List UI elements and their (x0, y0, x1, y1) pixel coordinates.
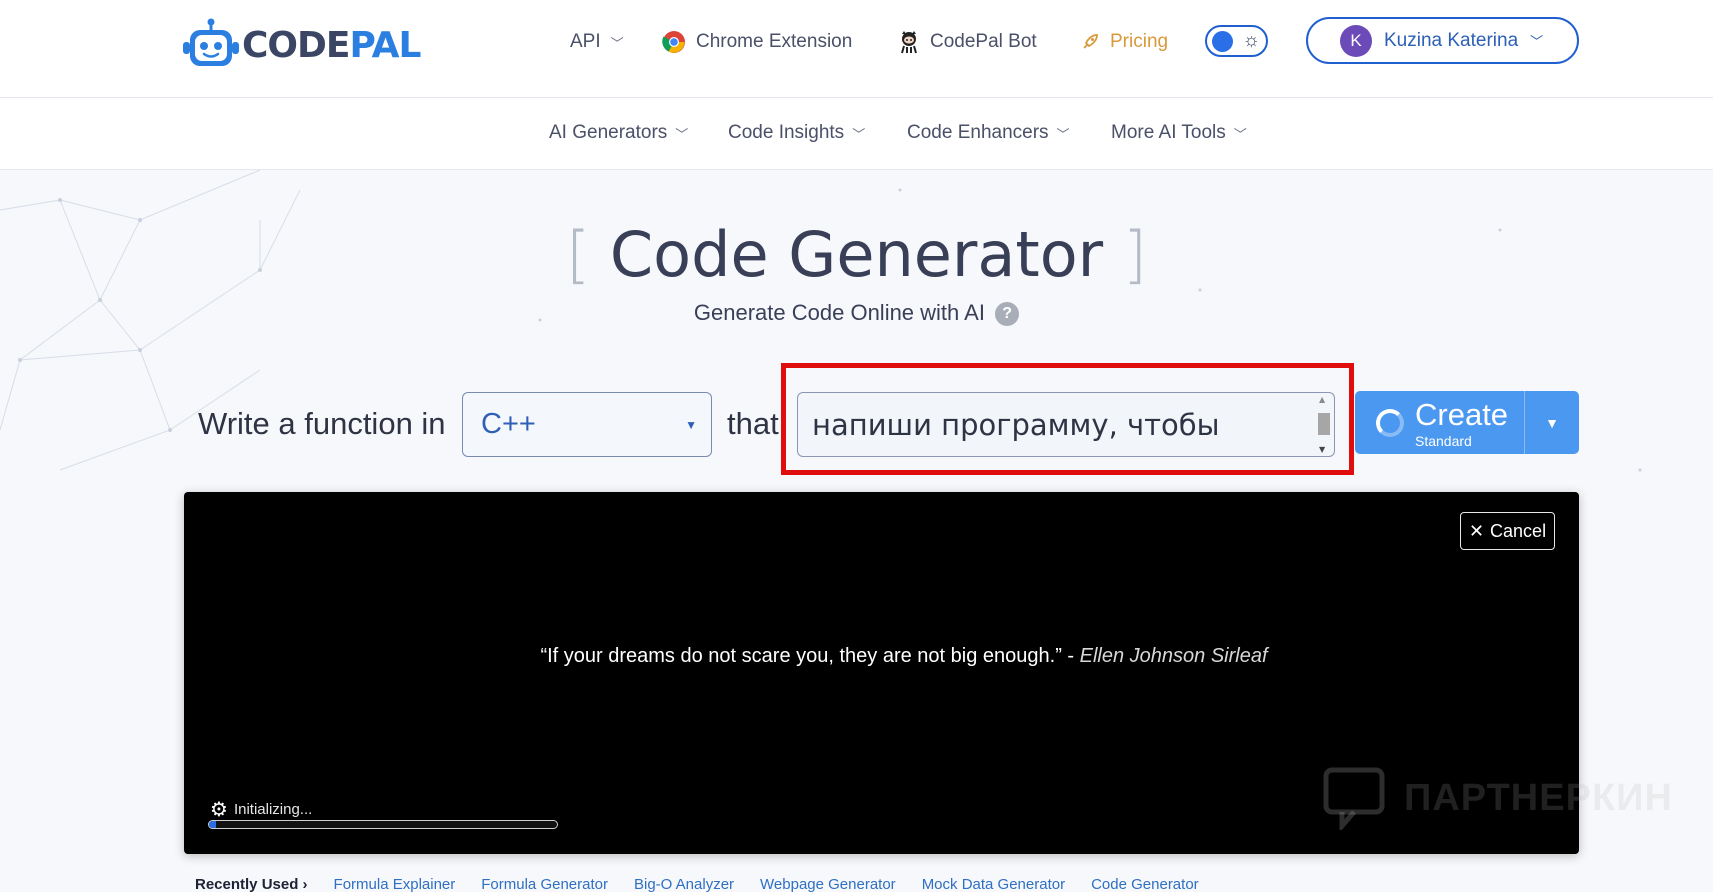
prompt-connector-label: that (727, 406, 779, 441)
close-icon: ✕ (1468, 520, 1485, 541)
github-octocat-icon (898, 30, 920, 54)
prompt-prefix-label: Write a function in (198, 406, 446, 441)
recently-used-label: Recently Used › (195, 876, 308, 892)
scroll-thumb[interactable] (1318, 413, 1330, 435)
nav-ai-generators[interactable]: AI Generators ﹀ (549, 122, 688, 144)
nav-more-ai-tools[interactable]: More AI Tools ﹀ (1111, 122, 1247, 144)
nav-api[interactable]: API ﹀ (570, 27, 624, 57)
create-button-group: Create Standard ▼ (1355, 391, 1579, 454)
recently-used-bar: Recently Used › Formula Explainer Formul… (195, 876, 1199, 892)
language-select[interactable]: C++ ▼ (462, 392, 712, 457)
progress-fill (209, 821, 216, 828)
create-mode-dropdown[interactable]: ▼ (1525, 391, 1579, 454)
cancel-button[interactable]: ✕ Cancel (1460, 512, 1555, 550)
create-button[interactable]: Create Standard (1355, 391, 1524, 454)
robot-logo-icon (183, 18, 239, 66)
recent-link[interactable]: Big-O Analyzer (634, 876, 734, 892)
recent-link[interactable]: Formula Explainer (334, 876, 456, 892)
nav-code-insights[interactable]: Code Insights ﹀ (728, 122, 865, 144)
logo-wordmark: CODEPAL (242, 24, 421, 66)
gear-icon: ⚙ (210, 799, 228, 821)
quote-author: Ellen Johnson Sirleaf (1079, 645, 1268, 667)
status-row: ⚙ Initializing... (210, 797, 312, 822)
nav-pricing[interactable]: Pricing (1080, 27, 1168, 57)
chevron-down-icon: ﹀ (1233, 126, 1247, 142)
top-bar: CODEPAL API ﹀ Chrome Extension CodePal B… (0, 0, 1713, 98)
nav-code-enhancers[interactable]: Code Enhancers ﹀ (907, 122, 1070, 144)
chevron-down-icon: ﹀ (1056, 126, 1070, 142)
nav-codepal-bot[interactable]: CodePal Bot (898, 27, 1037, 57)
recent-link[interactable]: Formula Generator (481, 876, 608, 892)
textarea-scrollbar[interactable]: ▲ ▼ (1314, 395, 1332, 454)
theme-toggle[interactable]: ☼ (1205, 25, 1268, 57)
watermark-logo-icon (1323, 767, 1385, 830)
recent-link[interactable]: Webpage Generator (760, 876, 896, 892)
prompt-textarea[interactable]: напиши программу, чтобы ▲ ▼ (797, 392, 1335, 457)
codepal-logo[interactable]: CODEPAL (182, 18, 421, 72)
page-title: [ Code Generator ] (565, 218, 1148, 291)
chevron-down-icon: ﹀ (852, 126, 866, 142)
watermark: ПАРТНЕРКИН (1322, 766, 1673, 830)
user-menu-button[interactable]: K Kuzina Katerina ﹀ (1306, 17, 1579, 64)
scroll-up-icon[interactable]: ▲ (1319, 395, 1325, 404)
scroll-down-icon[interactable]: ▼ (1319, 445, 1325, 454)
caret-down-icon: ▼ (685, 418, 697, 432)
quote-text: “If your dreams do not scare you, they a… (540, 645, 1268, 667)
sun-icon: ☼ (1242, 30, 1260, 51)
user-name: Kuzina Katerina (1384, 29, 1519, 51)
rocket-icon (1080, 32, 1100, 52)
chrome-icon (662, 30, 686, 54)
avatar: K (1340, 24, 1372, 57)
status-text: Initializing... (233, 801, 313, 818)
chevron-down-icon: ﹀ (1530, 34, 1544, 49)
category-nav: AI Generators ﹀ Code Insights ﹀ Code Enhan… (0, 98, 1713, 170)
recent-link[interactable]: Code Generator (1091, 876, 1199, 892)
page-subtitle: Generate Code Online with AI ? (0, 300, 1713, 327)
nav-chrome-extension[interactable]: Chrome Extension (662, 27, 852, 57)
toggle-knob (1212, 31, 1233, 52)
chevron-down-icon: ﹀ (675, 126, 689, 142)
recent-link[interactable]: Mock Data Generator (922, 876, 1065, 892)
caret-down-icon: ▼ (1545, 414, 1559, 431)
loading-spinner-icon (1376, 409, 1404, 437)
progress-bar (208, 820, 558, 829)
chevron-down-icon: ﹀ (610, 35, 624, 51)
help-icon[interactable]: ? (995, 302, 1020, 327)
